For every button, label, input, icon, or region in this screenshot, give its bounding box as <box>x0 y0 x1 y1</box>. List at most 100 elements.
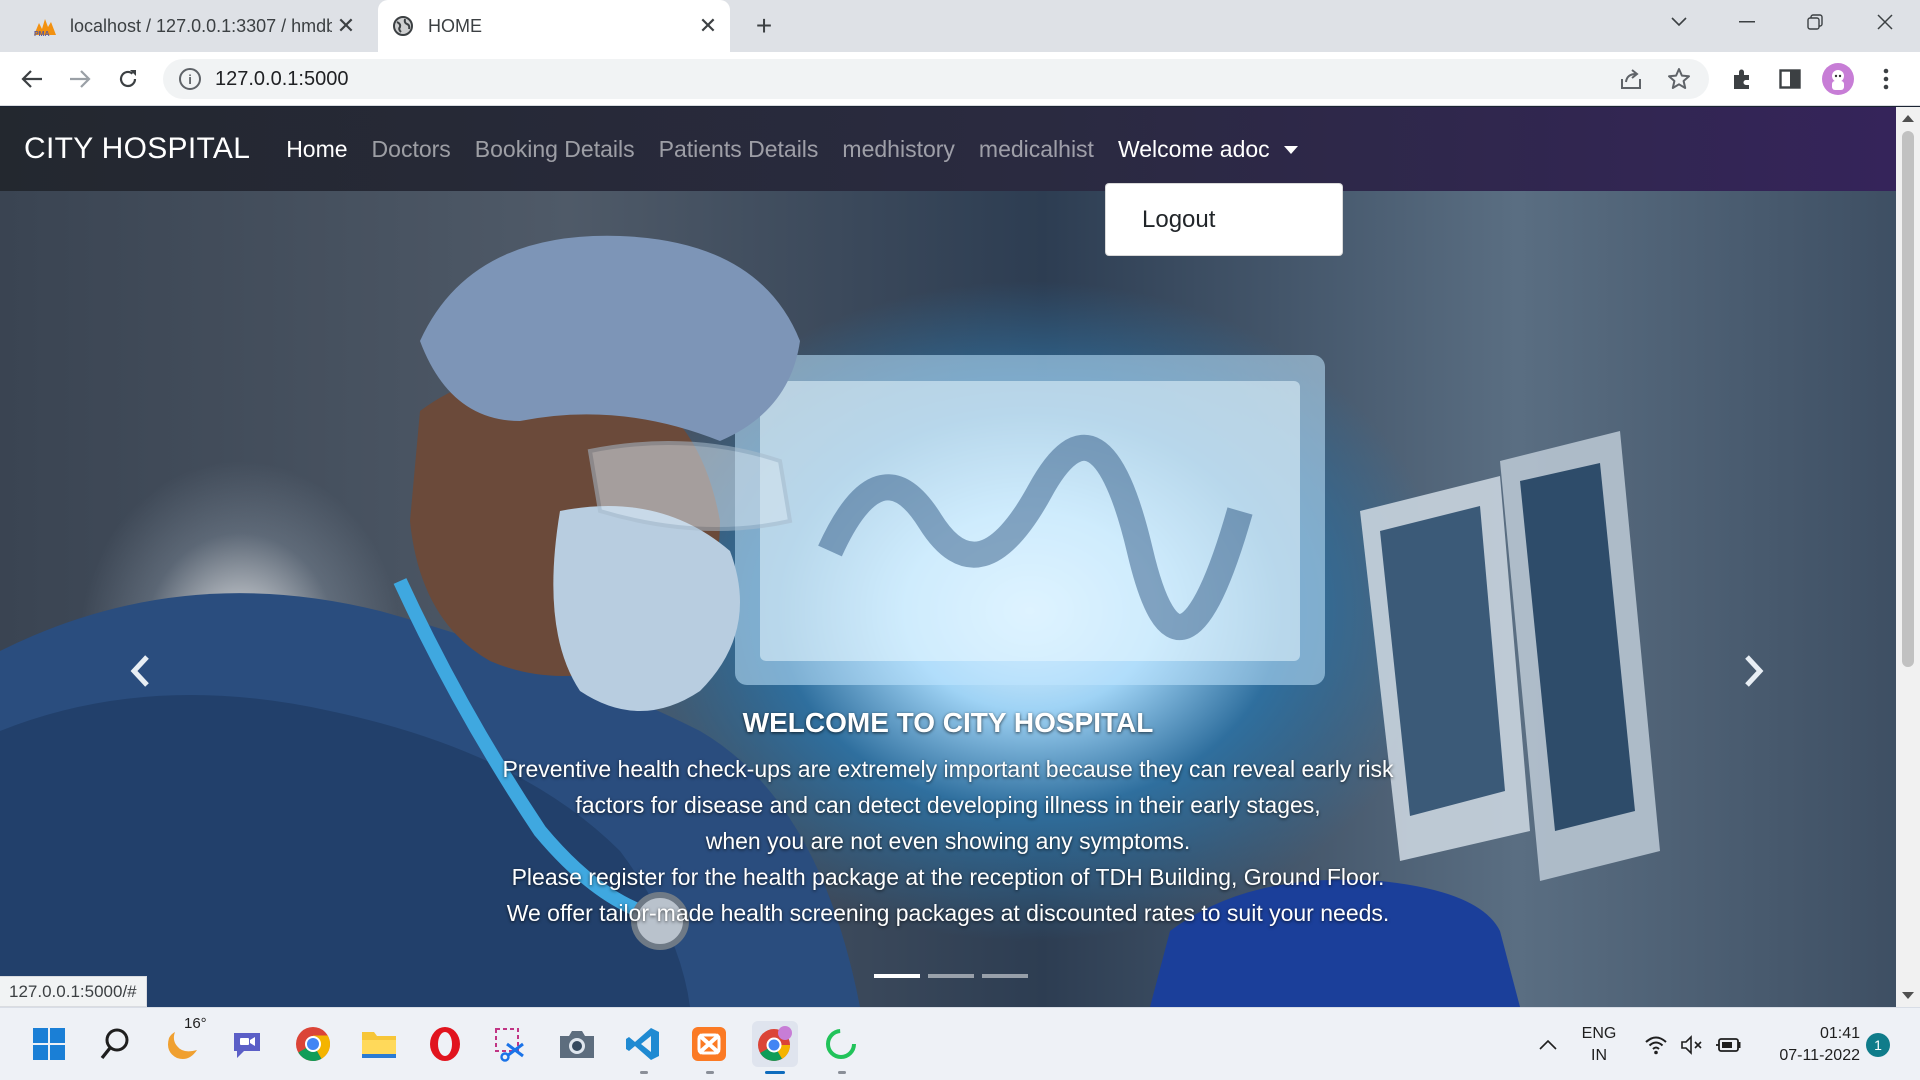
vscode-button[interactable] <box>620 1021 666 1067</box>
caption-line: Preventive health check-ups are extremel… <box>502 756 1394 782</box>
chevron-left-icon <box>130 655 149 687</box>
close-window-button[interactable] <box>1858 0 1912 44</box>
running-indicator <box>706 1071 714 1074</box>
profile-button[interactable] <box>1820 61 1856 97</box>
avatar <box>1822 63 1854 95</box>
weather-widget[interactable]: 16° <box>158 1015 207 1067</box>
chat-icon <box>234 1033 260 1058</box>
user-menu-label: Welcome adoc <box>1117 135 1270 162</box>
chrome-profile-button[interactable] <box>752 1021 798 1067</box>
wifi-icon[interactable] <box>1640 1008 1672 1080</box>
nav-medicalhist[interactable]: medicalhist <box>979 136 1094 163</box>
scroll-up-arrow-icon[interactable] <box>1902 115 1914 122</box>
caption-title: WELCOME TO CITY HOSPITAL <box>742 707 1154 738</box>
caption-line: Please register for the health package a… <box>511 864 1385 890</box>
search-icon <box>100 1028 129 1060</box>
opera-icon <box>430 1027 460 1061</box>
nav-booking-details[interactable]: Booking Details <box>475 136 635 163</box>
running-indicator <box>640 1071 648 1074</box>
page-viewport: CITY HOSPITAL Home Doctors Booking Detai… <box>0 107 1896 1007</box>
search-button[interactable] <box>92 1021 138 1067</box>
battery-icon[interactable] <box>1712 1008 1744 1080</box>
file-explorer-button[interactable] <box>356 1021 402 1067</box>
restore-button[interactable] <box>1788 0 1842 44</box>
minimize-icon <box>1739 21 1755 23</box>
camera-icon <box>560 1031 594 1058</box>
opera-button[interactable] <box>422 1021 468 1067</box>
carousel-indicator-3[interactable] <box>982 974 1028 978</box>
carousel-indicators <box>870 974 1032 978</box>
clock-time: 01:41 <box>1819 1024 1860 1042</box>
hero-carousel: WELCOME TO CITY HOSPITAL Preventive heal… <box>0 191 1896 1007</box>
puzzle-icon <box>1734 69 1749 89</box>
close-icon[interactable]: ✕ <box>332 12 360 40</box>
address-bar[interactable]: i <box>163 59 1709 99</box>
tray-overflow-button[interactable] <box>1528 1008 1568 1080</box>
arrow-left-icon <box>21 70 42 88</box>
nav-links: Home Doctors Booking Details Patients De… <box>286 136 1321 163</box>
weather-temp: 16° <box>184 1015 207 1032</box>
nav-doctors[interactable]: Doctors <box>372 136 451 163</box>
nav-medhistory[interactable]: medhistory <box>842 136 954 163</box>
side-panel-button[interactable] <box>1772 61 1808 97</box>
chrome-icon <box>296 1027 330 1061</box>
scroll-down-arrow-icon[interactable] <box>1902 992 1914 999</box>
caption-line: We offer tailor-made health screening pa… <box>506 900 1390 926</box>
user-menu-toggle[interactable]: Welcome adoc <box>1118 136 1298 163</box>
tab-phpmyadmin[interactable]: PMA localhost / 127.0.0.1:3307 / hmdb ✕ <box>22 0 368 52</box>
site-brand[interactable]: CITY HOSPITAL <box>24 132 250 166</box>
carousel-next-button[interactable] <box>1734 646 1774 696</box>
logout-menu-item[interactable]: Logout <box>1142 206 1215 234</box>
os-taskbar: 16° ENG IN 01:41 07-11-2022 1 <box>0 1007 1920 1080</box>
nav-patients-details[interactable]: Patients Details <box>659 136 819 163</box>
phpmyadmin-icon: PMA <box>32 13 58 39</box>
active-indicator <box>765 1071 785 1074</box>
scissors-icon <box>495 1028 524 1062</box>
teams-chat-button[interactable] <box>224 1021 270 1067</box>
globe-icon <box>390 13 416 39</box>
page-scrollbar[interactable] <box>1896 107 1920 1007</box>
notification-button[interactable]: 1 <box>1864 1008 1892 1080</box>
carousel-caption: WELCOME TO CITY HOSPITAL Preventive heal… <box>420 707 1476 931</box>
minimize-button[interactable] <box>1720 0 1774 44</box>
tab-title: localhost / 127.0.0.1:3307 / hmdb <box>70 15 332 36</box>
snipping-tool-button[interactable] <box>488 1021 534 1067</box>
share-icon[interactable] <box>1619 67 1643 96</box>
close-icon[interactable]: ✕ <box>694 12 722 40</box>
info-icon[interactable]: i <box>179 68 201 90</box>
xampp-button[interactable] <box>686 1021 732 1067</box>
bookmark-star-icon[interactable] <box>1667 67 1691 96</box>
camera-button[interactable] <box>554 1021 600 1067</box>
new-tab-button[interactable]: + <box>748 10 780 42</box>
browser-menu-button[interactable] <box>1868 61 1904 97</box>
chrome-icon <box>758 1026 792 1061</box>
carousel-indicator-2[interactable] <box>928 974 974 978</box>
tab-search-button[interactable] <box>1652 0 1706 44</box>
reload-button[interactable] <box>110 61 146 97</box>
back-button[interactable] <box>14 61 50 97</box>
extensions-button[interactable] <box>1724 61 1760 97</box>
clock[interactable]: 01:41 07-11-2022 <box>1756 1008 1860 1080</box>
language-indicator[interactable]: ENG IN <box>1572 1008 1626 1080</box>
tab-home[interactable]: HOME ✕ <box>378 0 730 52</box>
url-input[interactable] <box>215 67 1515 91</box>
scrollbar-thumb[interactable] <box>1902 131 1914 667</box>
caret-down-icon <box>1283 146 1298 154</box>
user-dropdown-menu: Logout <box>1105 183 1343 256</box>
close-icon <box>1877 14 1893 30</box>
windows-start-button[interactable] <box>26 1021 72 1067</box>
chrome-taskbar-button[interactable] <box>290 1021 336 1067</box>
side-panel-icon <box>1779 69 1801 89</box>
folder-icon <box>362 1032 396 1058</box>
forward-button[interactable] <box>62 61 98 97</box>
refresh-circle-icon <box>826 1029 856 1059</box>
browser-tab-strip: PMA localhost / 127.0.0.1:3307 / hmdb ✕ … <box>0 0 1920 52</box>
loading-app-button[interactable] <box>818 1021 864 1067</box>
nav-home[interactable]: Home <box>286 136 347 163</box>
carousel-indicator-1[interactable] <box>874 974 920 978</box>
running-indicator <box>838 1071 846 1074</box>
windows-logo-icon <box>33 1028 65 1060</box>
carousel-prev-button[interactable] <box>120 646 160 696</box>
volume-muted-icon[interactable] <box>1676 1008 1708 1080</box>
status-url-bubble: 127.0.0.1:5000/# <box>0 976 147 1007</box>
